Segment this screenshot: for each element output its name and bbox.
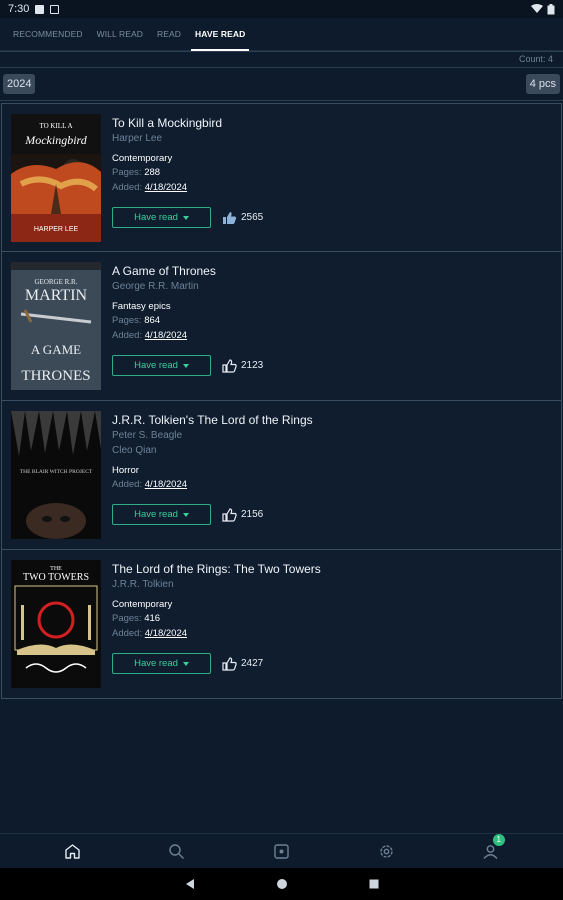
- thumbs-up-icon: [222, 358, 237, 373]
- group-header: 2024 4 pcs: [0, 67, 563, 101]
- nav-home[interactable]: [60, 839, 84, 863]
- book-genre: Contemporary: [112, 153, 173, 164]
- like-button[interactable]: 2427: [222, 656, 264, 671]
- thumbs-up-filled-icon: [223, 211, 237, 224]
- status-bar: 7:30: [0, 0, 563, 18]
- thumbs-up-icon: [222, 656, 237, 671]
- book-title[interactable]: To Kill a Mockingbird: [112, 116, 551, 131]
- like-button[interactable]: 2156: [222, 507, 264, 522]
- settings-icon: [379, 844, 393, 858]
- bottom-nav: 1: [0, 833, 563, 868]
- nav-settings[interactable]: [374, 839, 398, 863]
- like-count: 2427: [241, 658, 264, 669]
- tab-read[interactable]: READ: [150, 18, 188, 51]
- nav-profile[interactable]: 1: [479, 834, 505, 863]
- tab-recommended[interactable]: RECOMMENDED: [6, 18, 90, 51]
- add-icon: [274, 843, 289, 859]
- book-added: Added: 4/18/2024: [112, 330, 188, 341]
- status-dropdown-button[interactable]: Have read: [112, 355, 211, 376]
- status-dropdown-button[interactable]: Have read: [112, 207, 211, 228]
- like-button[interactable]: 2123: [222, 358, 264, 373]
- like-button[interactable]: 2565: [222, 211, 263, 225]
- status-dropdown-button[interactable]: Have read: [112, 653, 211, 674]
- caret-down-icon: [182, 215, 189, 220]
- year-chip: 2024: [3, 74, 36, 94]
- book-card[interactable]: THE BLAIR WITCH PROJECT J.R.R. Tolkien's…: [1, 401, 562, 550]
- status-dropdown-button[interactable]: Have read: [112, 504, 211, 525]
- back-icon[interactable]: [184, 878, 196, 890]
- svg-text:GEORGE R.R.: GEORGE R.R.: [35, 278, 78, 286]
- count-label: Count: 4: [518, 54, 553, 64]
- book-pages: Pages: 864: [112, 315, 161, 326]
- like-count: 2156: [241, 509, 264, 520]
- svg-text:TWO TOWERS: TWO TOWERS: [23, 572, 89, 583]
- svg-text:A GAME: A GAME: [31, 342, 81, 357]
- book-cover[interactable]: THE TWO TOWERS: [11, 560, 101, 688]
- book-pages: Pages: 288: [112, 167, 161, 178]
- thumbs-up-icon: [222, 507, 237, 522]
- book-genre: Contemporary: [112, 599, 173, 610]
- book-cover[interactable]: TO KILL A Mockingbird HARPER LEE: [11, 114, 101, 242]
- svg-text:MARTIN: MARTIN: [25, 287, 88, 304]
- svg-text:THE BLAIR WITCH PROJECT: THE BLAIR WITCH PROJECT: [20, 469, 93, 475]
- book-added: Added: 4/18/2024: [112, 479, 188, 490]
- nav-add[interactable]: [269, 839, 293, 863]
- recents-icon[interactable]: [368, 878, 380, 890]
- book-author: George R.R. Martin: [112, 281, 199, 292]
- book-author: J.R.R. Tolkien: [112, 579, 174, 590]
- book-title[interactable]: J.R.R. Tolkien's The Lord of the Rings: [112, 413, 551, 428]
- book-added: Added: 4/18/2024: [112, 628, 188, 639]
- tab-bar: RECOMMENDED WILL READ READ HAVE READ: [0, 18, 563, 51]
- book-title[interactable]: The Lord of the Rings: The Two Towers: [112, 562, 551, 577]
- book-title[interactable]: A Game of Thrones: [112, 264, 551, 279]
- system-nav-bar: [0, 868, 563, 900]
- tab-have-read[interactable]: HAVE READ: [188, 18, 252, 51]
- book-card[interactable]: TO KILL A Mockingbird HARPER LEE To Kill…: [1, 103, 562, 252]
- home-icon: [65, 843, 80, 859]
- tab-will-read[interactable]: WILL READ: [90, 18, 150, 51]
- book-pages: Pages: 416: [112, 613, 161, 624]
- nav-search[interactable]: [165, 839, 189, 863]
- book-author: Harper Lee: [112, 133, 163, 144]
- notification-badge: 1: [492, 834, 505, 846]
- caret-down-icon: [182, 363, 189, 368]
- notification-icon: [50, 4, 60, 14]
- book-genre: Horror: [112, 465, 139, 476]
- book-card[interactable]: THE TWO TOWERS The Lord of the Rings: Th…: [1, 550, 562, 699]
- svg-text:Mockingbird: Mockingbird: [24, 133, 88, 147]
- book-list: TO KILL A Mockingbird HARPER LEE To Kill…: [1, 103, 562, 699]
- book-author: Peter S. Beagle: [112, 430, 183, 441]
- wifi-icon: [531, 4, 543, 13]
- book-cover[interactable]: THE BLAIR WITCH PROJECT: [11, 411, 101, 539]
- book-cover[interactable]: GEORGE R.R. MARTIN A GAME THRONES: [11, 262, 101, 390]
- caret-down-icon: [182, 661, 189, 666]
- svg-text:THRONES: THRONES: [21, 368, 90, 384]
- search-icon: [169, 843, 185, 859]
- count-chip: 4 pcs: [525, 74, 560, 94]
- notification-icon: [35, 4, 45, 14]
- caret-down-icon: [182, 512, 189, 517]
- book-author: Cleo Qian: [112, 445, 157, 456]
- book-genre: Fantasy epics: [112, 301, 171, 312]
- like-count: 2565: [241, 212, 264, 223]
- svg-text:TO KILL A: TO KILL A: [39, 122, 72, 130]
- home-button-icon[interactable]: [276, 878, 288, 890]
- status-time: 7:30: [8, 3, 30, 15]
- like-count: 2123: [241, 360, 264, 371]
- battery-icon: [547, 3, 555, 14]
- svg-text:HARPER LEE: HARPER LEE: [34, 226, 79, 233]
- book-added: Added: 4/18/2024: [112, 182, 188, 193]
- book-card[interactable]: GEORGE R.R. MARTIN A GAME THRONES A Game…: [1, 252, 562, 401]
